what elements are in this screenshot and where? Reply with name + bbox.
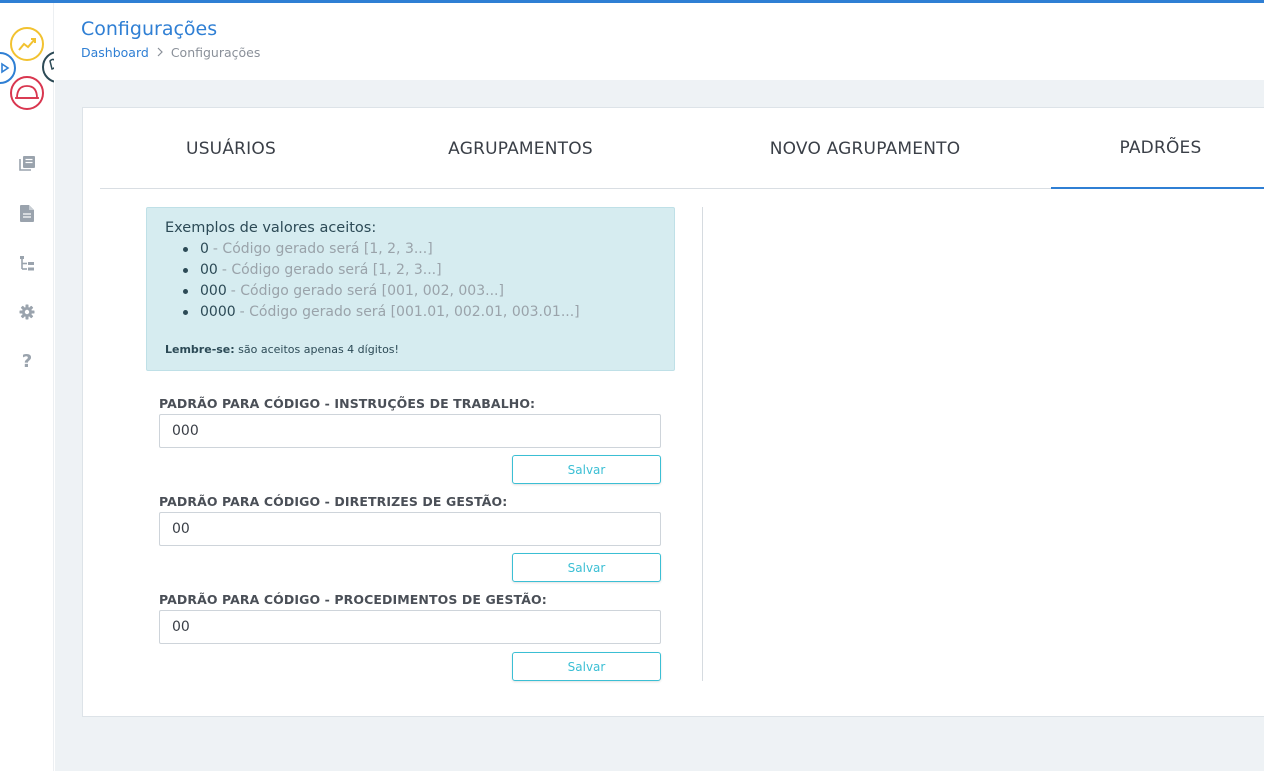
settings-card: USUÁRIOS AGRUPAMENTOS NOVO AGRUPAMENTO P…	[82, 107, 1264, 717]
breadcrumb-dashboard-link[interactable]: Dashboard	[81, 45, 149, 60]
main-area: Configurações Dashboard Configurações US…	[55, 3, 1264, 771]
info-alert: Exemplos de valores aceitos: 0- Código g…	[146, 207, 675, 371]
chevron-right-icon	[156, 45, 164, 60]
list-item: 00- Código gerado será [1, 2, 3...]	[183, 260, 656, 281]
diretrizes-gestao-input[interactable]	[159, 512, 661, 546]
list-item: 0000- Código gerado será [001.01, 002.01…	[183, 302, 656, 323]
hierarchy-icon[interactable]	[17, 253, 37, 273]
page-header: Configurações Dashboard Configurações	[55, 3, 1264, 80]
save-instrucoes-button[interactable]: Salvar	[512, 455, 661, 484]
field-label-diretrizes: PADRÃO PARA CÓDIGO - DIRETRIZES DE GESTÃ…	[159, 494, 508, 509]
save-diretrizes-button[interactable]: Salvar	[512, 553, 661, 582]
list-item: 0- Código gerado será [1, 2, 3...]	[183, 239, 656, 260]
instrucoes-trabalho-input[interactable]	[159, 414, 661, 448]
list-item: 000- Código gerado será [001, 002, 003..…	[183, 281, 656, 302]
examples-list: 0- Código gerado será [1, 2, 3...] 00- C…	[165, 239, 656, 323]
app-logo[interactable]	[0, 3, 54, 118]
sidebar: ?	[0, 3, 54, 771]
save-procedimentos-button[interactable]: Salvar	[512, 652, 661, 681]
tab-padroes[interactable]: PADRÕES	[1051, 108, 1264, 189]
info-note: Lembre-se: são aceitos apenas 4 dígitos!	[165, 343, 399, 356]
tab-usuarios[interactable]: USUÁRIOS	[100, 108, 362, 189]
help-icon[interactable]: ?	[17, 351, 37, 372]
page-title: Configurações	[81, 18, 218, 40]
tab-bar: USUÁRIOS AGRUPAMENTOS NOVO AGRUPAMENTO P…	[100, 108, 1264, 189]
field-label-procedimentos: PADRÃO PARA CÓDIGO - PROCEDIMENTOS DE GE…	[159, 592, 547, 607]
breadcrumb: Dashboard Configurações	[81, 45, 260, 60]
library-icon[interactable]	[17, 153, 37, 173]
info-title: Exemplos de valores aceitos:	[165, 220, 377, 236]
gear-icon[interactable]	[17, 302, 37, 322]
document-icon[interactable]	[17, 203, 37, 223]
breadcrumb-current: Configurações	[170, 45, 261, 60]
procedimentos-gestao-input[interactable]	[159, 610, 661, 644]
tab-agrupamentos[interactable]: AGRUPAMENTOS	[362, 108, 679, 189]
column-divider	[702, 207, 703, 681]
field-label-instrucoes: PADRÃO PARA CÓDIGO - INSTRUÇÕES DE TRABA…	[159, 396, 536, 411]
tab-novo-agrupamento[interactable]: NOVO AGRUPAMENTO	[679, 108, 1051, 189]
